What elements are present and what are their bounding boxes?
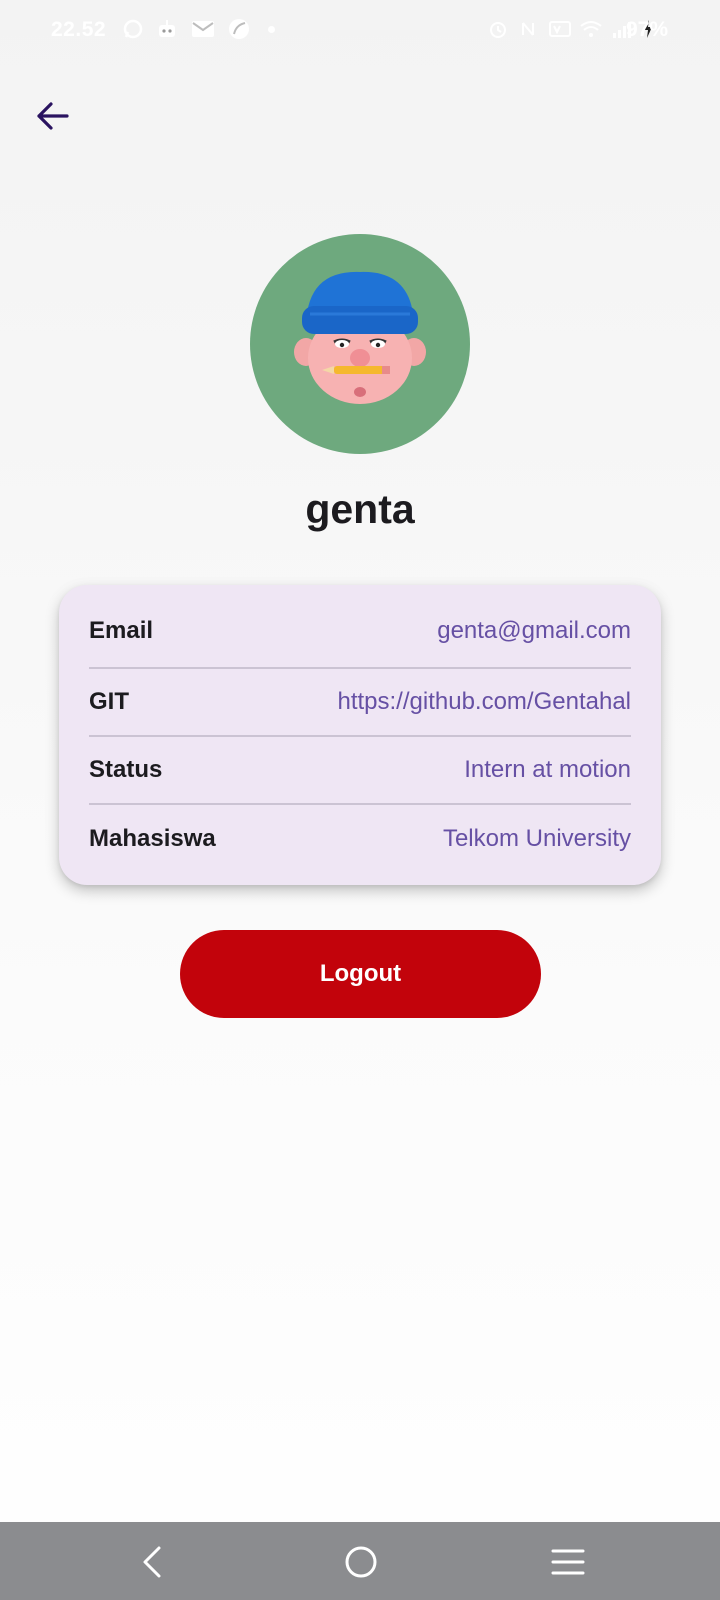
mail-icon <box>190 18 216 40</box>
home-circle-icon <box>345 1546 377 1578</box>
info-value: https://github.com/Gentahal <box>337 688 631 715</box>
info-row-status: Status Intern at motion <box>89 737 631 805</box>
info-label: Email <box>89 617 154 644</box>
leaf-icon <box>228 18 250 40</box>
nav-recents-button[interactable] <box>546 1540 590 1584</box>
info-label: GIT <box>89 688 129 715</box>
nav-home-button[interactable] <box>339 1540 383 1584</box>
info-row-email: Email genta@gmail.com <box>89 585 631 669</box>
status-bar: 22.52 97% <box>0 0 720 60</box>
arrow-left-icon <box>37 102 69 130</box>
info-value: Intern at motion <box>464 756 631 783</box>
whatsapp-icon <box>122 18 144 40</box>
alarm-icon <box>487 18 509 40</box>
logout-button[interactable]: Logout <box>180 930 541 1018</box>
nav-back-button[interactable] <box>130 1540 174 1584</box>
menu-icon <box>551 1549 585 1575</box>
back-chevron-icon <box>143 1546 161 1578</box>
info-row-git: GIT https://github.com/Gentahal <box>89 669 631 737</box>
info-value: Telkom University <box>442 825 631 852</box>
bot-icon <box>156 18 178 40</box>
info-label: Mahasiswa <box>89 825 216 852</box>
avatar <box>250 234 470 454</box>
profile-username: genta <box>305 486 415 532</box>
info-label: Status <box>89 756 163 783</box>
notification-icons <box>122 18 275 40</box>
volte-icon <box>549 18 571 40</box>
system-navigation-bar <box>0 1522 720 1600</box>
battery-level: 97% <box>625 18 668 41</box>
info-value: genta@gmail.com <box>437 617 631 644</box>
nfc-icon <box>518 18 540 40</box>
back-button[interactable] <box>28 92 76 140</box>
dot-icon <box>268 25 275 33</box>
info-row-mahasiswa: Mahasiswa Telkom University <box>89 805 631 873</box>
status-time: 22.52 <box>51 18 107 41</box>
avatar-character-illustration <box>294 271 426 404</box>
profile-info-card: Email genta@gmail.com GIT https://github… <box>59 585 661 885</box>
wifi-icon <box>580 18 602 40</box>
